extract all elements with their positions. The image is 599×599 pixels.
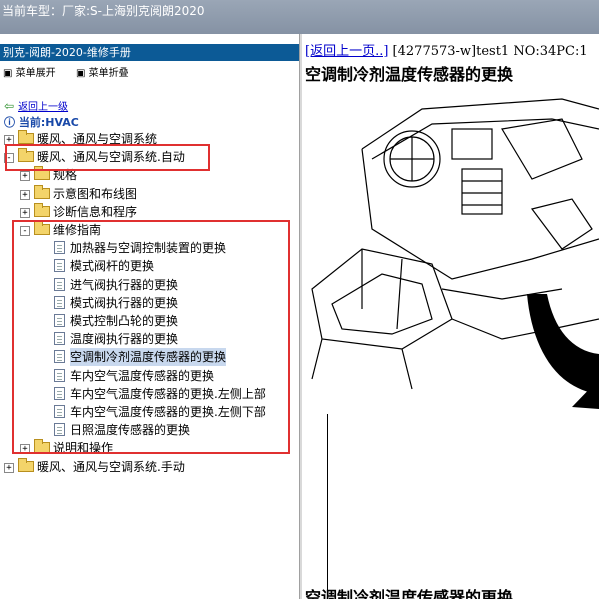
highlight-box-auto	[5, 144, 210, 171]
tree-item-label: 诊断信息和程序	[53, 204, 138, 219]
expand-toggle-icon[interactable]: +	[4, 462, 14, 473]
tree-item[interactable]: + 暖风、通风与空调系统.手动	[0, 457, 299, 476]
tree-item-label: 暖风、通风与空调系统.手动	[37, 459, 185, 474]
folder-icon	[34, 202, 50, 217]
expand-toggle-icon[interactable]: +	[20, 189, 30, 200]
tree-item[interactable]: + 示意图和布线图	[0, 184, 299, 203]
highlight-box-service	[12, 220, 290, 454]
section-title: 空调制冷剂温度传感器的更换	[305, 588, 514, 599]
dashboard-illustration	[311, 98, 599, 409]
menu-expand-icon: ▣	[3, 68, 13, 79]
document-meta: [4277573-w]test1 NO:34PC:1	[388, 44, 588, 59]
current-location-label: 当前:HVAC	[18, 116, 79, 129]
manual-header: 别克-阅朗-2020-维修手册	[0, 44, 299, 61]
divider-line	[327, 414, 328, 594]
content-panel: [返回上一页..] [4277573-w]test1 NO:34PC:1 空调制…	[302, 34, 599, 599]
menu-collapse-label: 菜单折叠	[88, 68, 129, 79]
back-page-link[interactable]: [返回上一页..]	[305, 44, 388, 59]
expand-toggle-icon[interactable]: +	[20, 171, 30, 182]
tree-item-label: 示意图和布线图	[53, 186, 138, 201]
info-icon: ⓘ	[4, 116, 15, 129]
window-title: 当前车型：厂家:S-上海别克阅朗2020	[2, 4, 205, 18]
folder-icon	[34, 184, 50, 199]
page-title: 空调制冷剂温度传感器的更换	[305, 65, 514, 84]
manual-header-label: 别克-阅朗-2020-维修手册	[3, 46, 131, 59]
window-titlebar: 当前车型：厂家:S-上海别克阅朗2020	[0, 0, 599, 34]
back-up-link[interactable]: ⇦ 返回上一级	[4, 98, 68, 113]
folder-icon	[18, 457, 34, 472]
folder-icon	[18, 130, 34, 144]
left-panel: 别克-阅朗-2020-维修手册 ▣ 菜单展开 ▣ 菜单折叠 ⇦ 返回上一级 ⓘ 当…	[0, 34, 299, 599]
content-nav: [返回上一页..] [4277573-w]test1 NO:34PC:1	[305, 40, 588, 59]
menu-collapse-icon: ▣	[76, 68, 86, 79]
back-arrow-icon: ⇦	[4, 99, 15, 113]
menu-collapse-button[interactable]: ▣ 菜单折叠	[76, 64, 129, 79]
tree-item[interactable]: + 诊断信息和程序	[0, 202, 299, 221]
expand-toggle-icon[interactable]: +	[20, 207, 30, 218]
back-up-link-label: 返回上一级	[18, 102, 69, 113]
folder-icon	[34, 166, 50, 181]
menu-expand-button[interactable]: ▣ 菜单展开	[3, 64, 56, 79]
menu-expand-label: 菜单展开	[15, 68, 56, 79]
current-location: ⓘ 当前:HVAC	[4, 114, 79, 130]
